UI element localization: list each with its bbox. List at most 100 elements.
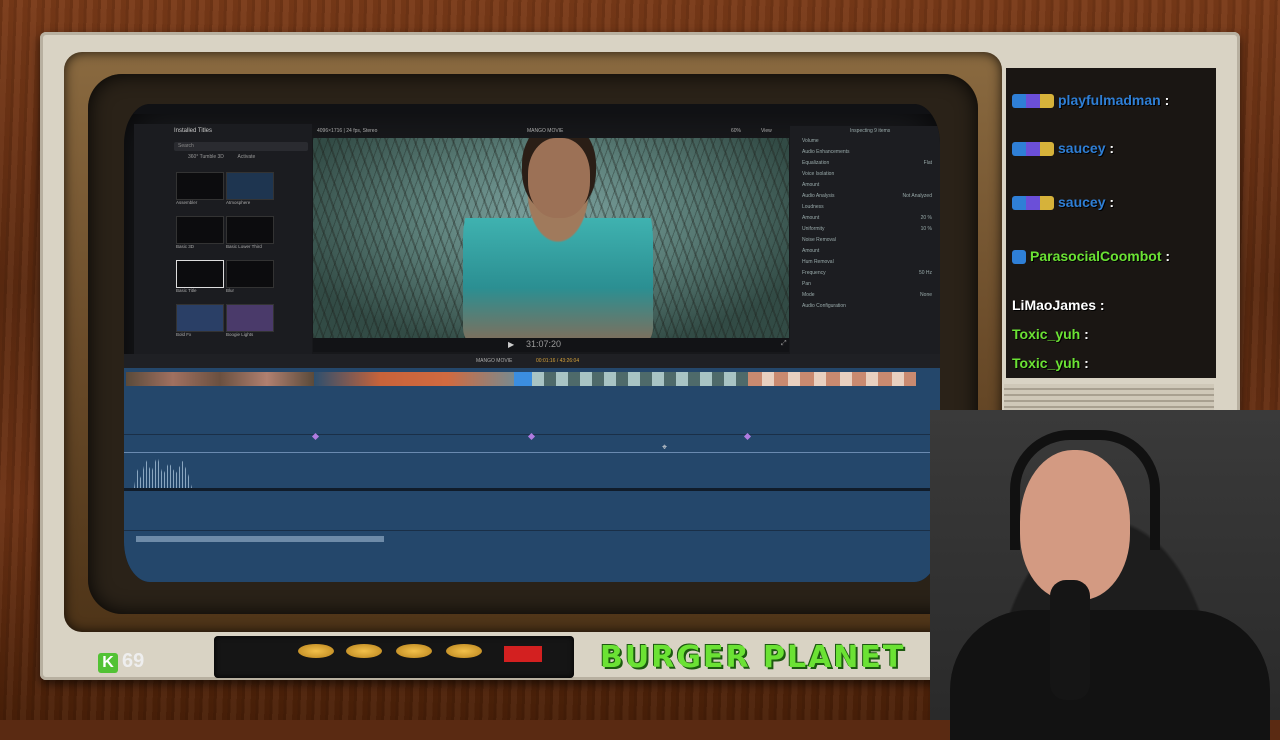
inspector-row[interactable]: Mode None [790, 290, 940, 301]
video-clip[interactable] [748, 372, 916, 386]
video-clip[interactable] [314, 372, 514, 386]
inspector-row[interactable]: Volume [790, 136, 940, 147]
viewer-counter: K 69 [98, 650, 162, 673]
view-menu[interactable]: View [761, 128, 772, 134]
title-thumbnail[interactable] [226, 260, 274, 288]
fcp-menu-bar [124, 104, 940, 114]
title-label: Assembler [176, 200, 198, 205]
chat-message: ParasocialCoombot : [1012, 248, 1170, 265]
category-label: 360° Tumble 3D [188, 154, 224, 160]
inspector-status: Inspecting 9 items [850, 128, 891, 134]
inspector-row[interactable]: Amount [790, 246, 940, 257]
browser-title[interactable]: Installed Titles [134, 124, 312, 138]
title-label: Boogie Lights [226, 332, 254, 337]
burger-coin-icon [298, 644, 334, 658]
k-badge-icon: K [98, 653, 118, 673]
title-thumbnail-selected[interactable] [176, 260, 224, 288]
burger-coin-icon [396, 644, 432, 658]
audio-inspector: Inspecting 9 items Volume Audio Enhancem… [790, 126, 940, 354]
timecode-display: 31:07:20 [526, 339, 562, 349]
red-indicator-icon [504, 646, 542, 662]
title-thumbnail[interactable] [176, 304, 224, 332]
timeline-header: MANGO MOVIE 00:01:16 / 43:26:04 [124, 354, 940, 368]
chat-message: Toxic_yuh : [1012, 326, 1089, 342]
title-label: Basic Lower Third [226, 244, 262, 249]
mouse-cursor-icon: ⌖ [662, 442, 668, 452]
play-icon[interactable]: ▶ [508, 340, 514, 349]
title-thumbnail[interactable] [176, 172, 224, 200]
chat-badges-icon [1012, 196, 1054, 211]
chat-message: playfulmadman : [1012, 92, 1169, 109]
inspector-row[interactable]: Amount [790, 180, 940, 191]
inspector-row[interactable]: Frequency 50 Hz [790, 268, 940, 279]
inspector-row[interactable]: Audio Analysis Not Analyzed [790, 191, 940, 202]
video-clip-strip[interactable] [126, 372, 916, 386]
inspector-row[interactable]: Equalization Flat [790, 158, 940, 169]
chat-message: saucey : [1012, 194, 1114, 211]
tv-screen: Installed Titles Search 360° Tumble 3D A… [124, 104, 940, 582]
headphones-icon [1010, 430, 1160, 550]
fullscreen-icon[interactable]: ⤢ [781, 340, 787, 348]
inspector-row[interactable]: Audio Configuration [790, 301, 940, 312]
track-divider [124, 530, 940, 531]
inspector-row[interactable]: Audio Enhancements [790, 147, 940, 158]
title-label: Bold Fx [176, 332, 192, 337]
chat-badges-icon [1012, 142, 1054, 157]
inspector-row[interactable]: Uniformity 10 % [790, 224, 940, 235]
inspector-row[interactable]: Noise Removal [790, 235, 940, 246]
chat-username: saucey [1058, 194, 1106, 210]
chat-badge-icon [1012, 250, 1026, 265]
chat-username: saucey [1058, 140, 1106, 156]
brand-title: BURGER PLANET [600, 640, 906, 675]
category-label: Activate [237, 154, 256, 160]
title-thumbnail[interactable] [176, 216, 224, 244]
timeline-duration: 00:01:16 / 43:26:04 [536, 358, 580, 364]
chat-username: playfulmadman [1058, 92, 1161, 108]
title-thumbnail[interactable] [226, 172, 274, 200]
viewer-controls: ▶ 31:07:20 ⤢ [313, 338, 789, 352]
chat-message: LiMaoJames : [1012, 297, 1105, 313]
inspector-row[interactable]: Voice Isolation [790, 169, 940, 180]
chat-badges-icon [1012, 94, 1054, 109]
chat-message: saucey : [1012, 140, 1114, 157]
burger-coin-icon [446, 644, 482, 658]
viewer-format: 4096×1716 | 24 fps, Stereo [317, 128, 378, 134]
burger-coin-icon [346, 644, 382, 658]
streamer-webcam [930, 410, 1280, 740]
stream-chat: playfulmadman : saucey : saucey : Paraso… [1006, 68, 1216, 378]
track-divider [124, 452, 940, 453]
microphone-icon [1050, 580, 1090, 700]
video-frame-head [528, 138, 590, 218]
chat-username: Toxic_yuh [1012, 355, 1081, 371]
title-label: Basic 3D [176, 244, 195, 249]
video-clip[interactable] [126, 372, 314, 386]
inspector-row[interactable]: Amount 20 % [790, 213, 940, 224]
inspector-row[interactable]: Loudness [790, 202, 940, 213]
titles-browser: Installed Titles Search 360° Tumble 3D A… [134, 124, 312, 354]
inspector-row[interactable]: Pan [790, 279, 940, 290]
chat-username: ParasocialCoombot [1030, 248, 1162, 264]
viewer-project-name: MANGO MOVIE [527, 128, 564, 134]
viewer-header: 4096×1716 | 24 fps, Stereo MANGO MOVIE 6… [313, 126, 789, 138]
video-clip[interactable] [532, 372, 748, 386]
chat-username: Toxic_yuh [1012, 326, 1081, 342]
counter-value: 69 [122, 650, 145, 672]
timeline-area[interactable] [124, 368, 940, 582]
track-divider [124, 488, 940, 491]
timeline-project-name[interactable]: MANGO MOVIE [476, 358, 512, 364]
streamer-shirt [950, 610, 1270, 740]
title-thumbnail[interactable] [226, 216, 274, 244]
chat-username: LiMaoJames [1012, 297, 1097, 313]
inspector-row[interactable]: Hum Removal [790, 257, 940, 268]
title-label: Atmosphere [226, 200, 251, 205]
title-thumbnail[interactable] [226, 304, 274, 332]
chat-message: Toxic_yuh : [1012, 355, 1089, 371]
title-label: Blur [226, 288, 235, 293]
tv-control-panel [214, 636, 574, 678]
audio-waveform[interactable] [136, 536, 384, 542]
video-clip[interactable] [514, 372, 532, 386]
search-field[interactable]: Search [174, 142, 308, 151]
zoom-menu[interactable]: 60% [731, 128, 741, 134]
title-label: Basic Title [176, 288, 197, 293]
video-viewer[interactable] [313, 138, 789, 338]
